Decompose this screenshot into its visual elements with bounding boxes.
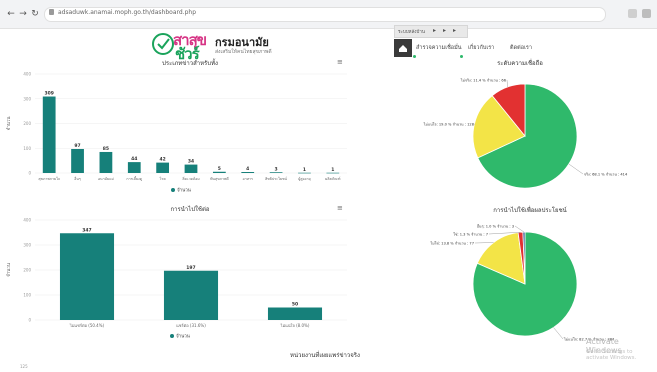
pie-slice-label: ไม่จริง: 11.4 % จำนวน : 66 <box>460 78 507 83</box>
lock-icon <box>49 9 54 15</box>
bar-value-label: 50 <box>292 302 298 308</box>
bar <box>184 164 198 173</box>
tab-label[interactable]: ระบบหลังบ้าน <box>398 28 425 35</box>
x-tick-label: ฟันสุขภาพดี <box>210 176 229 182</box>
bar <box>267 307 323 320</box>
chart5-tick: 125 <box>20 364 28 369</box>
x-tick-label: ไม่แชร์ต่อ (50.4%) <box>69 323 105 328</box>
x-tick-label: โรค <box>160 176 167 181</box>
chart5-title: หน่วยงานที่เผยแพร่ข่าวจริง <box>290 352 360 359</box>
bar <box>127 162 141 173</box>
x-tick-label: ไม่แน่ใจ (8.0%) <box>280 323 310 328</box>
x-tick-label: สุขภาพกายใจ <box>38 176 60 182</box>
extension-icon[interactable] <box>628 9 637 18</box>
bar <box>298 172 311 174</box>
pie-connector <box>568 163 584 175</box>
bar <box>163 270 219 320</box>
bar-value-label: 85 <box>103 146 109 152</box>
y-tick-label: 400 <box>23 218 31 223</box>
tab-strip[interactable]: ระบบหลังบ้าน ▸ ▸ ▸ <box>394 25 468 38</box>
x-tick-label: อาหาร <box>242 177 253 181</box>
bar-value-label: 1 <box>331 167 334 173</box>
y-tick-label: 0 <box>28 318 31 323</box>
pie-slice-label: จริง: 68.1 % จำนวน : 414 <box>584 173 628 177</box>
bar-value-label: 42 <box>160 157 166 163</box>
pie-connector <box>506 79 508 88</box>
bar <box>99 151 113 173</box>
bar <box>212 171 226 173</box>
profile-icon[interactable] <box>642 9 651 18</box>
chart3-menu-icon[interactable]: ≡ <box>337 204 343 212</box>
chart1-menu-icon[interactable]: ≡ <box>337 58 343 66</box>
bar-value-label: 4 <box>246 166 249 172</box>
y-axis-label: จำนวน <box>5 117 12 131</box>
x-tick-label: สิทธิประโยชน์ <box>265 176 287 181</box>
bar <box>156 162 170 173</box>
bar-value-label: 197 <box>186 265 195 271</box>
bar-value-label: 5 <box>218 166 221 172</box>
chart4-svg: ไม่แน่ใจ: 82.7 % จำนวน : 384ไม่ใช่: 13.8… <box>429 224 615 342</box>
x-tick-label: สิ่งแวดล้อม <box>182 176 200 181</box>
x-tick-label: อนามัยแม่ <box>98 177 114 181</box>
legend-marker <box>170 334 174 338</box>
home-button[interactable] <box>394 39 412 57</box>
bar <box>42 96 56 173</box>
chart3-svg: 0 100 200 300 400 จำนวน 347 ไม่แชร์ต่อ (50.4%) 1… <box>5 218 347 340</box>
x-tick-label: อื่นๆ <box>74 176 81 181</box>
y-tick-label: 200 <box>23 121 31 126</box>
x-tick-label: ผลิตภัณฑ์ <box>325 177 340 181</box>
bar-value-label: 1 <box>303 167 306 173</box>
bar-value-label: 44 <box>131 156 137 162</box>
bar-value-label: 347 <box>82 227 91 233</box>
legend-label: จำนวน <box>177 187 191 194</box>
bar-value-label: 309 <box>44 91 53 97</box>
tab-arrow-icon[interactable]: ▸ <box>433 27 436 34</box>
bar <box>269 172 283 173</box>
pie-connector <box>514 225 525 233</box>
bar <box>71 148 84 173</box>
bar <box>59 233 115 320</box>
y-tick-label: 100 <box>23 293 31 298</box>
tab-arrow-icon-3[interactable]: ▸ <box>453 27 456 34</box>
x-tick-label: ผู้สูงอายุ <box>298 176 310 182</box>
nav-item-survey[interactable]: สำรวจความเชื่อมั่น <box>416 44 462 52</box>
nav-indicator <box>413 55 416 58</box>
forward-icon[interactable]: → <box>18 9 28 19</box>
department-subtitle: ส่งเสริมให้คนไทยสุขภาพดี <box>215 49 272 55</box>
bar-value-label: 97 <box>74 143 80 149</box>
y-tick-label: 200 <box>23 268 31 273</box>
x-tick-label: การเลี้ยงดู <box>126 176 142 181</box>
bar-value-label: 3 <box>275 166 278 172</box>
y-tick-label: 400 <box>23 72 31 77</box>
y-tick-label: 100 <box>23 146 31 151</box>
y-tick-label: 300 <box>23 243 31 248</box>
pie-slice-label: ไม่ใช่: 13.8 % จำนวน : 77 <box>429 241 474 246</box>
activation-watermark-sub: Go to Settings to activate Windows. <box>586 349 637 361</box>
x-tick-label: แชร์ต่อ (31.6%) <box>176 323 206 328</box>
y-axis-label: จำนวน <box>5 263 12 277</box>
pie-connector <box>553 327 564 340</box>
legend-marker <box>171 188 175 192</box>
y-tick-label: 300 <box>23 96 31 101</box>
home-icon <box>399 45 407 52</box>
back-icon[interactable]: ← <box>6 9 16 19</box>
y-tick-label: 0 <box>28 171 31 176</box>
bar <box>326 172 340 174</box>
bar-value-label: 34 <box>188 159 194 165</box>
bar <box>241 172 255 173</box>
nav-item-contact[interactable]: ติดต่อเรา <box>510 44 532 52</box>
pie-slice-label: อื่นๆ: 1.0 % จำนวน : 3 <box>477 224 514 229</box>
chart1-svg: 0 100 200 300 400 จำนวน 309 สุขภาพกายใจ 97 อื่นๆ 8… <box>5 72 347 194</box>
chart2-svg: จริง: 68.1 % จำนวน : 414 ไม่แน่ใจ: 19.0 %… <box>423 78 628 189</box>
nav-item-about[interactable]: เกี่ยวกับเรา <box>468 44 494 52</box>
pie-slice-label: ไม่แน่ใจ: 19.0 % จำนวน : 128 <box>423 122 475 127</box>
pie-slice-label: ใช่: 1.3 % จำนวน : 7 <box>453 232 488 237</box>
tab-arrow-icon-2[interactable]: ▸ <box>443 27 446 34</box>
reload-icon[interactable]: ↻ <box>30 9 40 19</box>
url-text[interactable]: adsaduwk.anamai.moph.go.th/dashboard.php <box>58 9 196 16</box>
legend-label: จำนวน <box>176 333 190 340</box>
